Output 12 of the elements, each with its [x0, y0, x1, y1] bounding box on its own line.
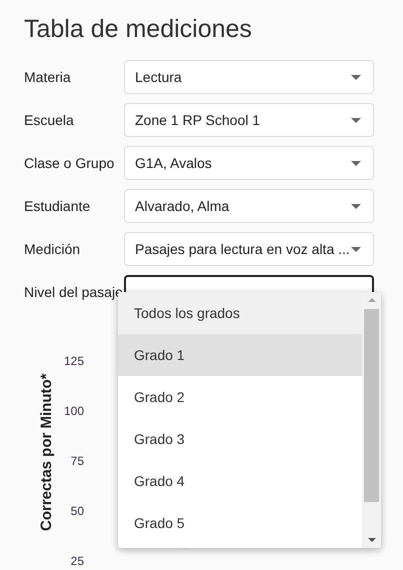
field-label: Estudiante [24, 196, 92, 216]
axis-title: Correctas por Minuto* [36, 372, 56, 534]
field-label: Medición [24, 240, 82, 258]
field-label: Materia [24, 68, 72, 86]
axis-tick-label: 100 [62, 403, 84, 420]
field-label: Clase o Grupo [24, 154, 116, 173]
field-label: Escuela [24, 110, 75, 130]
axis-tick-label: 75 [70, 453, 84, 470]
axis-tick-label: 125 [62, 353, 84, 370]
page-title: Tabla de mediciones [24, 14, 252, 45]
axis-tick-label: 25 [70, 553, 84, 570]
axis-tick-label: 50 [70, 503, 84, 520]
